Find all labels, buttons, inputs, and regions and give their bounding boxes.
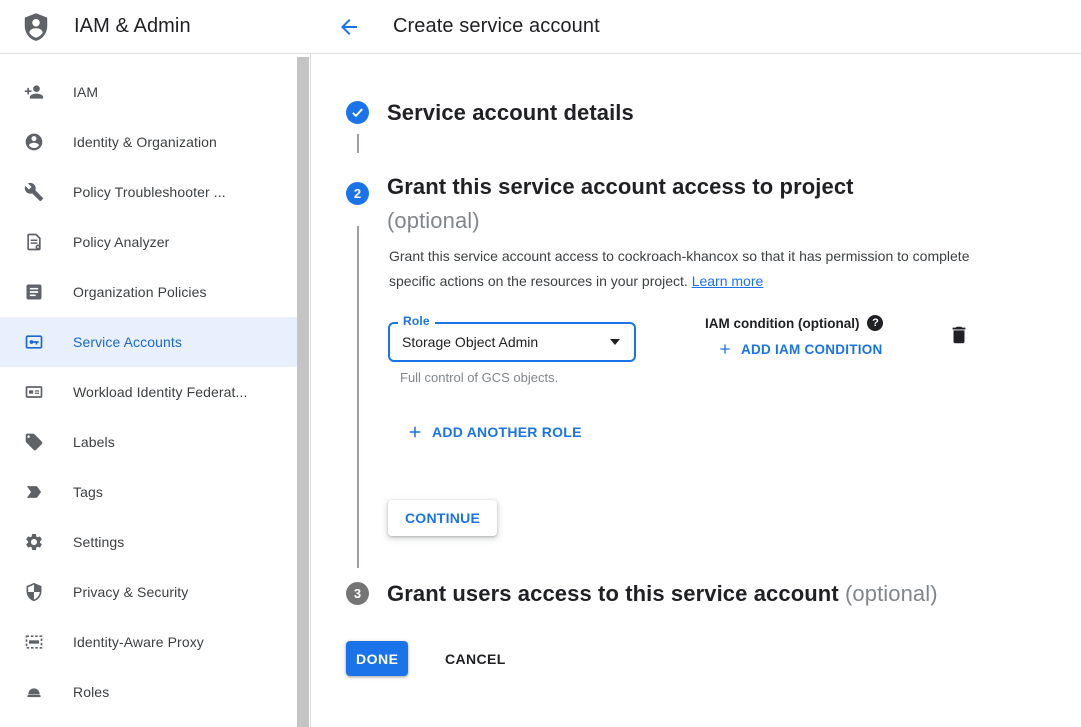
step1-title: Service account details [387,100,634,126]
body: IAM Identity & Organization Policy Troub… [0,54,1081,727]
create-service-account-form: Service account details 2 Grant this ser… [311,54,1081,727]
role-dropdown-value: Storage Object Admin [402,334,538,350]
step3-title: Grant users access to this service accou… [387,581,938,607]
trash-icon [948,324,970,346]
badge-card-icon [24,382,44,402]
add-iam-condition-button[interactable]: ADD IAM CONDITION [717,341,883,357]
step2-description-text: Grant this service account access to coc… [389,248,970,289]
proxy-icon [24,632,44,652]
step3-number: 3 [354,586,361,601]
sidebar-item-label: Policy Analyzer [73,234,169,250]
sidebar-item-policy-analyzer[interactable]: Policy Analyzer [0,217,297,267]
sidebar-item-label: Service Accounts [73,334,182,350]
plus-icon [717,341,733,357]
check-icon [350,105,365,120]
sidebar-item-label: Labels [73,434,115,450]
sidebar-item-identity-organization[interactable]: Identity & Organization [0,117,297,167]
role-dropdown[interactable]: Storage Object Admin [388,322,636,362]
add-another-role-label: ADD ANOTHER ROLE [432,424,582,440]
gear-icon [24,532,44,552]
step3-optional-label: (optional) [845,581,938,606]
done-button[interactable]: DONE [346,641,408,676]
iam-shield-icon [21,10,51,44]
sidebar-item-tags[interactable]: Tags [0,467,297,517]
step2-title-text: Grant this service account access to pro… [387,170,854,204]
sidebar-item-privacy-security[interactable]: Privacy & Security [0,567,297,617]
app-title: IAM & Admin [74,15,191,38]
step1-complete-indicator [346,101,369,124]
tag-arrow-icon [24,482,44,502]
roles-hat-icon [24,682,44,702]
sidebar-item-label: Settings [73,534,124,550]
sidebar-item-roles[interactable]: Roles [0,667,297,717]
step3-title-text: Grant users access to this service accou… [387,581,839,606]
account-circle-icon [24,132,44,152]
sidebar-item-label: IAM [73,84,98,100]
sidebar-item-label: Tags [73,484,103,500]
role-helper-text: Full control of GCS objects. [400,370,558,385]
app-window: IAM & Admin Create service account IAM I… [0,0,1081,727]
continue-button[interactable]: CONTINUE [388,500,497,536]
learn-more-link[interactable]: Learn more [692,273,764,289]
sidebar-item-labels[interactable]: Labels [0,417,297,467]
sidebar-item-organization-policies[interactable]: Organization Policies [0,267,297,317]
service-account-key-icon [24,332,44,352]
step2-number-badge: 2 [346,182,369,205]
step2-title: Grant this service account access to pro… [387,170,854,238]
cancel-button[interactable]: CANCEL [432,641,519,676]
article-icon [24,282,44,302]
sidebar-item-label: Roles [73,684,109,700]
iam-condition-label-text: IAM condition (optional) [705,316,859,331]
step2-number: 2 [354,186,361,201]
sidebar-item-label: Privacy & Security [73,584,188,600]
sidebar-item-settings[interactable]: Settings [0,517,297,567]
plus-icon [406,423,424,441]
page-header: Create service account [311,0,1081,53]
chevron-down-icon [610,339,620,345]
sidebar-item-label: Organization Policies [73,284,207,300]
page-title: Create service account [393,15,600,38]
back-arrow-icon[interactable] [337,15,361,39]
sidebar-item-label: Workload Identity Federat... [73,384,248,400]
label-tag-icon [24,432,44,452]
sidebar: IAM Identity & Organization Policy Troub… [0,54,311,727]
sidebar-item-iam[interactable]: IAM [0,67,297,117]
top-bar: IAM & Admin Create service account [0,0,1081,54]
role-field-label: Role [398,314,435,328]
sidebar-item-identity-aware-proxy[interactable]: Identity-Aware Proxy [0,617,297,667]
iam-condition-label: IAM condition (optional) ? [705,315,883,331]
wrench-icon [24,182,44,202]
step3-number-badge: 3 [346,582,369,605]
step2-description: Grant this service account access to coc… [389,244,986,294]
sidebar-header: IAM & Admin [0,0,311,53]
sidebar-item-policy-troubleshooter[interactable]: Policy Troubleshooter ... [0,167,297,217]
shield-icon [24,582,44,602]
help-icon[interactable]: ? [867,315,883,331]
delete-role-button[interactable] [947,324,971,348]
sidebar-item-label: Policy Troubleshooter ... [73,184,226,200]
add-another-role-button[interactable]: ADD ANOTHER ROLE [406,423,582,441]
stepper-connector [357,134,359,153]
stepper-connector [357,226,359,568]
sidebar-item-label: Identity-Aware Proxy [73,634,204,650]
step2-optional-label: (optional) [387,204,854,238]
add-iam-condition-label: ADD IAM CONDITION [741,342,883,357]
sidebar-item-workload-identity-federation[interactable]: Workload Identity Federat... [0,367,297,417]
sidebar-scrollbar[interactable] [297,57,309,727]
person-add-icon [24,82,44,102]
policy-analyzer-icon [24,232,44,252]
sidebar-item-label: Identity & Organization [73,134,217,150]
sidebar-item-service-accounts[interactable]: Service Accounts [0,317,297,367]
